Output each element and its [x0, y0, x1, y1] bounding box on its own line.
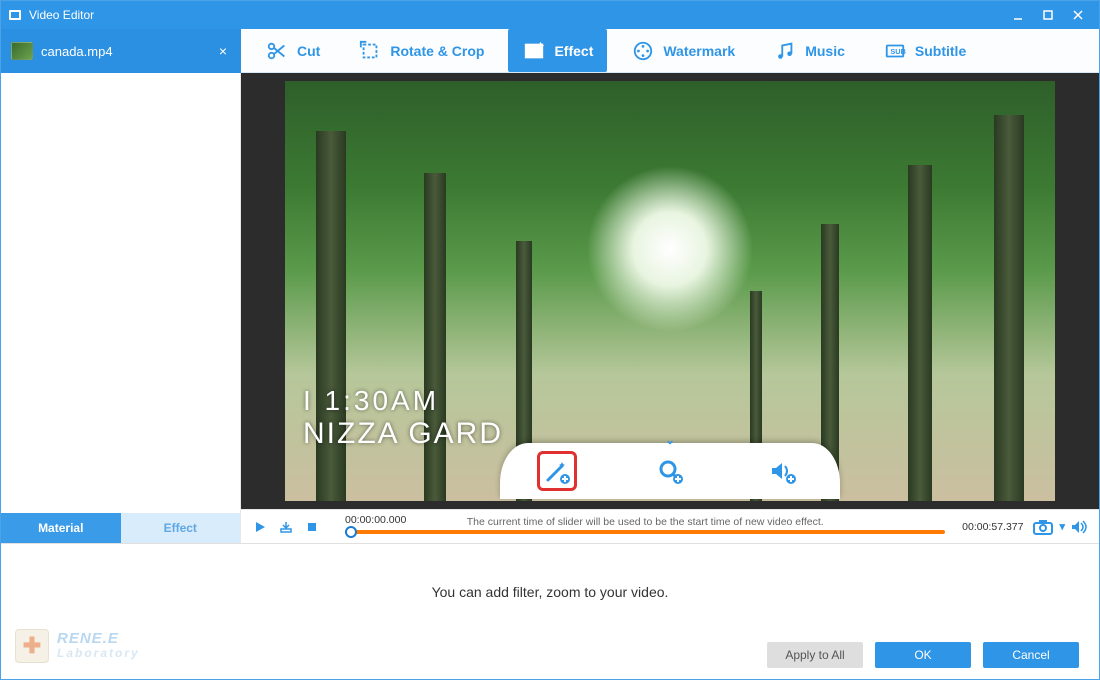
stop-button[interactable]	[303, 518, 321, 536]
tool-label: Subtitle	[915, 43, 966, 59]
subtitle-icon: SUB	[883, 39, 907, 63]
minimize-button[interactable]	[1003, 1, 1033, 29]
toolbar: Cut Rotate & Crop Effect Watermark Music…	[241, 29, 1099, 73]
filmstrip-sparkle-icon	[522, 39, 546, 63]
button-row: Apply to All OK Cancel	[1, 639, 1099, 679]
maximize-button[interactable]	[1033, 1, 1063, 29]
crop-icon	[358, 39, 382, 63]
tool-label: Cut	[297, 43, 320, 59]
tool-label: Effect	[554, 43, 593, 59]
snapshot-button[interactable]	[1031, 518, 1055, 536]
cancel-button[interactable]: Cancel	[983, 642, 1079, 668]
file-tab-close-icon[interactable]: ×	[215, 43, 231, 59]
magic-wand-plus-icon	[542, 456, 572, 486]
step-button[interactable]	[277, 518, 295, 536]
brand-line2: Laboratory	[57, 646, 140, 660]
music-note-icon	[773, 39, 797, 63]
sidebar-tabs: Material Effect	[1, 513, 240, 543]
add-zoom-button[interactable]	[650, 451, 690, 491]
file-name: canada.mp4	[41, 44, 113, 59]
tool-cut[interactable]: Cut	[251, 29, 334, 72]
brand-badge-icon: ✚	[15, 629, 49, 663]
tool-label: Rotate & Crop	[390, 43, 484, 59]
tool-label: Music	[805, 43, 845, 59]
add-filter-button[interactable]	[537, 451, 577, 491]
lower-panel: You can add filter, zoom to your video. …	[1, 543, 1099, 679]
video-preview[interactable]: I 1:30AM NIZZA GARD ⌄	[285, 81, 1055, 501]
sidebar-tab-material[interactable]: Material	[1, 513, 121, 543]
volume-button[interactable]	[1069, 518, 1089, 536]
add-volume-button[interactable]	[763, 451, 803, 491]
overlay-line1: I 1:30AM	[303, 385, 503, 417]
timeline-slider[interactable]	[345, 530, 945, 534]
sidebar-tab-effect[interactable]: Effect	[121, 513, 241, 543]
preview-overlay-text: I 1:30AM NIZZA GARD	[303, 385, 503, 451]
tool-watermark[interactable]: Watermark	[617, 29, 749, 72]
timeline-knob[interactable]	[345, 526, 357, 538]
sidebar-body	[1, 73, 240, 513]
svg-text:SUB: SUB	[890, 46, 905, 55]
tool-label: Watermark	[663, 43, 735, 59]
timeline: 00:00:00.000 The current time of slider …	[241, 509, 1099, 543]
brand-watermark: ✚ RENE.E Laboratory	[15, 629, 140, 663]
close-button[interactable]	[1063, 1, 1093, 29]
lower-hint: You can add filter, zoom to your video.	[1, 544, 1099, 639]
overlay-line2: NIZZA GARD	[303, 417, 503, 451]
scissors-icon	[265, 39, 289, 63]
ok-button[interactable]: OK	[875, 642, 971, 668]
file-tab[interactable]: canada.mp4 ×	[1, 29, 241, 73]
play-button[interactable]	[251, 518, 269, 536]
speaker-plus-icon	[768, 456, 798, 486]
upper-area: canada.mp4 × Cut Rotate & Crop Effect Wa…	[1, 29, 1099, 543]
collapse-pill-icon[interactable]: ⌄	[665, 433, 675, 447]
tool-effect[interactable]: Effect	[508, 29, 607, 72]
magnifier-plus-icon	[655, 456, 685, 486]
tool-rotate-crop[interactable]: Rotate & Crop	[344, 29, 498, 72]
timeline-hint: The current time of slider will be used …	[345, 516, 945, 528]
window-title: Video Editor	[29, 8, 94, 22]
film-reel-icon	[631, 39, 655, 63]
apply-to-all-button[interactable]: Apply to All	[767, 642, 863, 668]
timeline-track[interactable]: 00:00:00.000 The current time of slider …	[345, 518, 945, 536]
timeline-end-time: 00:00:57.377	[953, 521, 1023, 533]
sidebar: Material Effect	[1, 73, 241, 543]
preview-area: I 1:30AM NIZZA GARD ⌄	[241, 73, 1099, 543]
app-icon	[7, 7, 23, 23]
snapshot-chevron-icon[interactable]: ▾	[1059, 520, 1065, 533]
file-tab-strip: canada.mp4 ×	[1, 29, 241, 73]
titlebar: Video Editor	[1, 1, 1099, 29]
file-thumbnail	[11, 42, 33, 60]
effect-pill: ⌄	[500, 443, 840, 499]
brand-line1: RENE.E	[57, 632, 140, 646]
tool-subtitle[interactable]: SUB Subtitle	[869, 29, 980, 72]
tool-music[interactable]: Music	[759, 29, 859, 72]
